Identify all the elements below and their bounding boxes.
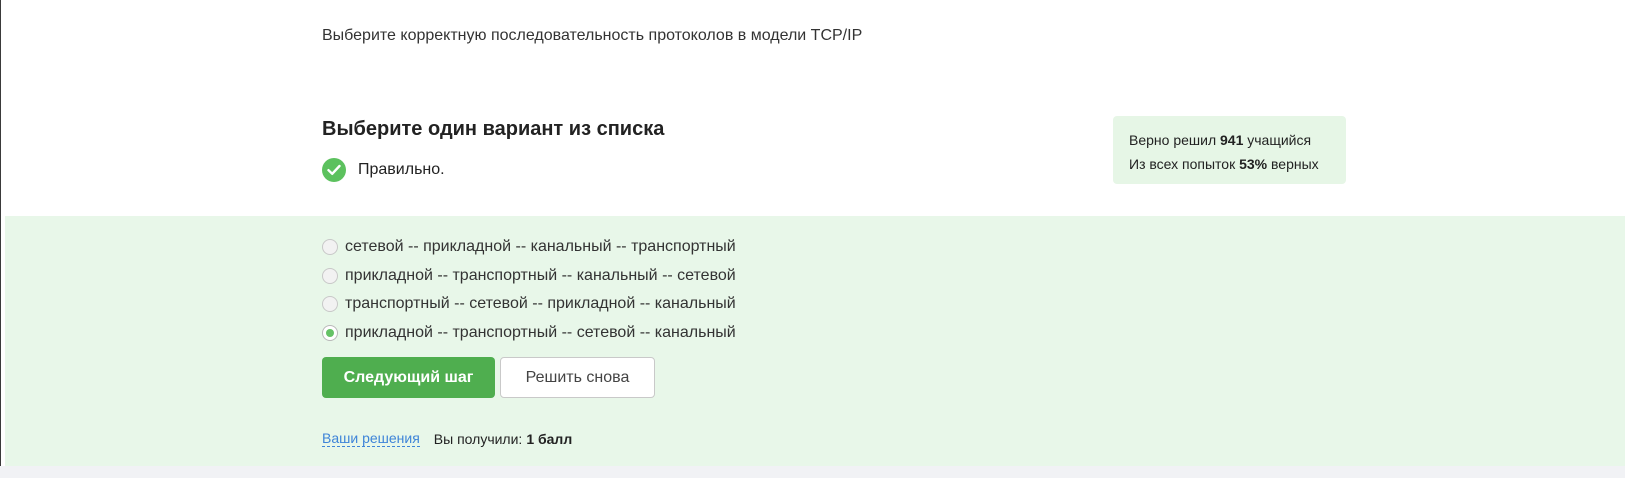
bottom-divider [0, 466, 1625, 478]
next-step-button[interactable]: Следующий шаг [322, 357, 495, 398]
radio-button[interactable] [322, 296, 338, 313]
radio-dot-icon [326, 328, 334, 337]
options-list: сетевой -- прикладной -- канальный -- тр… [322, 233, 736, 347]
stats-solved-prefix: Верно решил [1129, 132, 1217, 148]
answer-panel [5, 216, 1625, 466]
your-solutions-link[interactable]: Ваши решения [322, 430, 420, 447]
score-prefix: Вы получили: [433, 430, 523, 447]
result-label: Правильно. [358, 161, 445, 178]
window-left-border [0, 0, 1, 478]
stats-attempts-suffix: верных [1271, 156, 1319, 172]
option-label: транспортный -- сетевой -- прикладной --… [345, 295, 736, 313]
option-label: сетевой -- прикладной -- канальный -- тр… [345, 238, 736, 256]
checkmark-icon [322, 158, 346, 182]
stats-solved-suffix: учащийся [1247, 132, 1312, 148]
option-label: прикладной -- транспортный -- сетевой --… [345, 323, 736, 341]
question-text: Выберите корректную последовательность п… [322, 27, 863, 44]
task-title: Выберите один вариант из списка [322, 118, 665, 140]
step-page: Выберите корректную последовательность п… [0, 0, 1625, 478]
stats-attempts-line: Из всех попыток 53% верных [1129, 152, 1330, 176]
score-value: 1 балл [526, 430, 573, 447]
option-item[interactable]: сетевой -- прикладной -- канальный -- тр… [322, 233, 736, 262]
stats-solved-count: 941 [1220, 132, 1244, 148]
option-label: прикладной -- транспортный -- канальный … [345, 266, 736, 284]
stats-panel: Верно решил 941 учащийся Из всех попыток… [1113, 116, 1346, 184]
option-item[interactable]: транспортный -- сетевой -- прикладной --… [322, 290, 736, 319]
stats-attempts-percent: 53% [1239, 156, 1268, 172]
stats-attempts-prefix: Из всех попыток [1129, 156, 1236, 172]
radio-button-selected[interactable] [322, 324, 338, 341]
result-status: Правильно. [322, 158, 445, 182]
footer-row: Ваши решения Вы получили: 1 балл [322, 430, 572, 447]
radio-button[interactable] [322, 267, 338, 284]
stats-solved-line: Верно решил 941 учащийся [1129, 128, 1330, 152]
option-item[interactable]: прикладной -- транспортный -- канальный … [322, 262, 736, 291]
retry-button[interactable]: Решить снова [500, 357, 655, 398]
option-item-selected[interactable]: прикладной -- транспортный -- сетевой --… [322, 319, 736, 348]
radio-button[interactable] [322, 239, 338, 256]
